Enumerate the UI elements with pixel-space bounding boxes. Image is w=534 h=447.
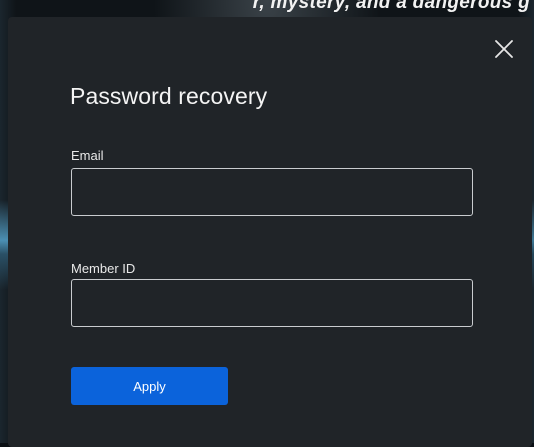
password-recovery-dialog: Password recovery Email Member ID Apply — [8, 17, 532, 447]
dialog-title: Password recovery — [70, 83, 268, 109]
email-field[interactable] — [71, 168, 473, 216]
apply-button[interactable]: Apply — [71, 367, 228, 405]
close-icon — [495, 40, 513, 58]
member-id-label: Member ID — [71, 261, 136, 276]
close-button[interactable] — [494, 39, 514, 59]
member-id-field[interactable] — [71, 279, 473, 327]
background-page-text: r, mystery, and a dangerous g — [252, 0, 530, 12]
background-glow-left — [0, 200, 8, 290]
email-label: Email — [71, 148, 104, 163]
